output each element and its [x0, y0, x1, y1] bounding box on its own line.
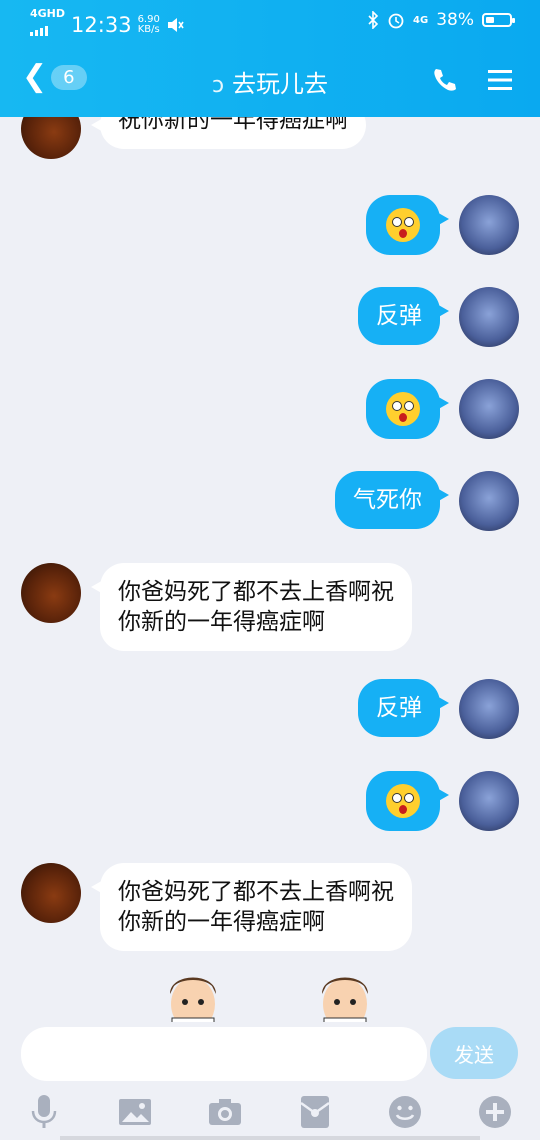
my-avatar[interactable]: [459, 195, 519, 255]
my-avatar[interactable]: [459, 471, 519, 531]
red-packet-icon[interactable]: [295, 1092, 335, 1132]
gesture-bar: [60, 1136, 480, 1140]
camera-icon[interactable]: [205, 1092, 245, 1132]
alarm-icon: [388, 13, 404, 29]
contact-avatar[interactable]: [21, 117, 81, 159]
net-speed-value: 6.90: [137, 13, 160, 25]
clock: 12:33: [71, 12, 132, 37]
message-input[interactable]: [21, 1027, 427, 1081]
input-bar: 发送: [0, 1022, 540, 1140]
nav-bar: ❮ 6 ↄ 去玩儿去: [0, 52, 540, 108]
my-avatar[interactable]: [459, 379, 519, 439]
menu-icon[interactable]: [486, 66, 514, 94]
surprised-face-emoji: [386, 392, 420, 426]
ear-icon: ↄ: [211, 73, 225, 98]
message-bubble-incoming[interactable]: 祝你新的一年得癌症啊: [91, 117, 366, 149]
bluetooth-icon: [368, 11, 379, 29]
message-line: 你新的一年得癌症啊: [118, 609, 325, 635]
message-bubble-outgoing[interactable]: [366, 379, 449, 439]
phone-icon[interactable]: [430, 66, 458, 94]
chat-title: ↄ 去玩儿去: [0, 64, 540, 99]
contact-avatar[interactable]: [21, 863, 81, 923]
message-line: 你爸妈死了都不去上香啊祝: [118, 579, 394, 605]
surprised-face-emoji: [386, 208, 420, 242]
battery-percent: 38%: [436, 10, 474, 30]
app-header: 4GHD 12:33 6.90 KB/s 4G 38% ❮ 6 ↄ 去玩儿去: [0, 0, 540, 117]
message-bubble-incoming[interactable]: 你爸妈死了都不去上香啊祝 你新的一年得癌症啊: [91, 563, 412, 651]
message-bubble-outgoing[interactable]: 反弹: [358, 679, 449, 737]
emoji-icon[interactable]: [385, 1092, 425, 1132]
chat-title-text: 去玩儿去: [232, 70, 329, 98]
toolbar: [0, 1092, 540, 1132]
image-icon[interactable]: [115, 1092, 155, 1132]
message-line: 你爸妈死了都不去上香啊祝: [118, 879, 394, 905]
signal-icon: 4GHD: [30, 8, 65, 41]
surprised-face-emoji: [386, 784, 420, 818]
message-bubble-outgoing[interactable]: 气死你: [335, 471, 449, 529]
my-avatar[interactable]: [459, 771, 519, 831]
net-speed-unit: KB/s: [137, 23, 160, 35]
battery-fill: [486, 17, 494, 23]
mute-icon: [167, 17, 184, 32]
lte-indicator: 4G: [413, 14, 429, 26]
mic-icon[interactable]: [24, 1092, 64, 1132]
cartoon-boy-sticker[interactable]: [162, 964, 224, 1026]
contact-avatar[interactable]: [21, 563, 81, 623]
status-bar: 4GHD 12:33 6.90 KB/s 4G 38%: [0, 0, 540, 44]
signal-bars-icon: [30, 26, 48, 36]
cartoon-boy-sticker[interactable]: [314, 964, 376, 1026]
battery-icon: [482, 13, 515, 27]
message-bubble-outgoing[interactable]: 反弹: [358, 287, 449, 345]
net-speed: 6.90 KB/s: [137, 13, 160, 35]
send-button[interactable]: 发送: [430, 1027, 518, 1079]
chat-area[interactable]: 祝你新的一年得癌症啊 反弹 气死你 你爸妈死了都不去上香啊祝 你新的一年得癌症啊…: [0, 117, 540, 1022]
my-avatar[interactable]: [459, 287, 519, 347]
message-bubble-incoming[interactable]: 你爸妈死了都不去上香啊祝 你新的一年得癌症啊: [91, 863, 412, 951]
my-avatar[interactable]: [459, 679, 519, 739]
message-bubble-outgoing[interactable]: [366, 771, 449, 831]
network-type: 4GHD: [30, 7, 66, 20]
message-line: 你新的一年得癌症啊: [118, 909, 325, 935]
plus-icon[interactable]: [475, 1092, 515, 1132]
message-bubble-outgoing[interactable]: [366, 195, 449, 255]
